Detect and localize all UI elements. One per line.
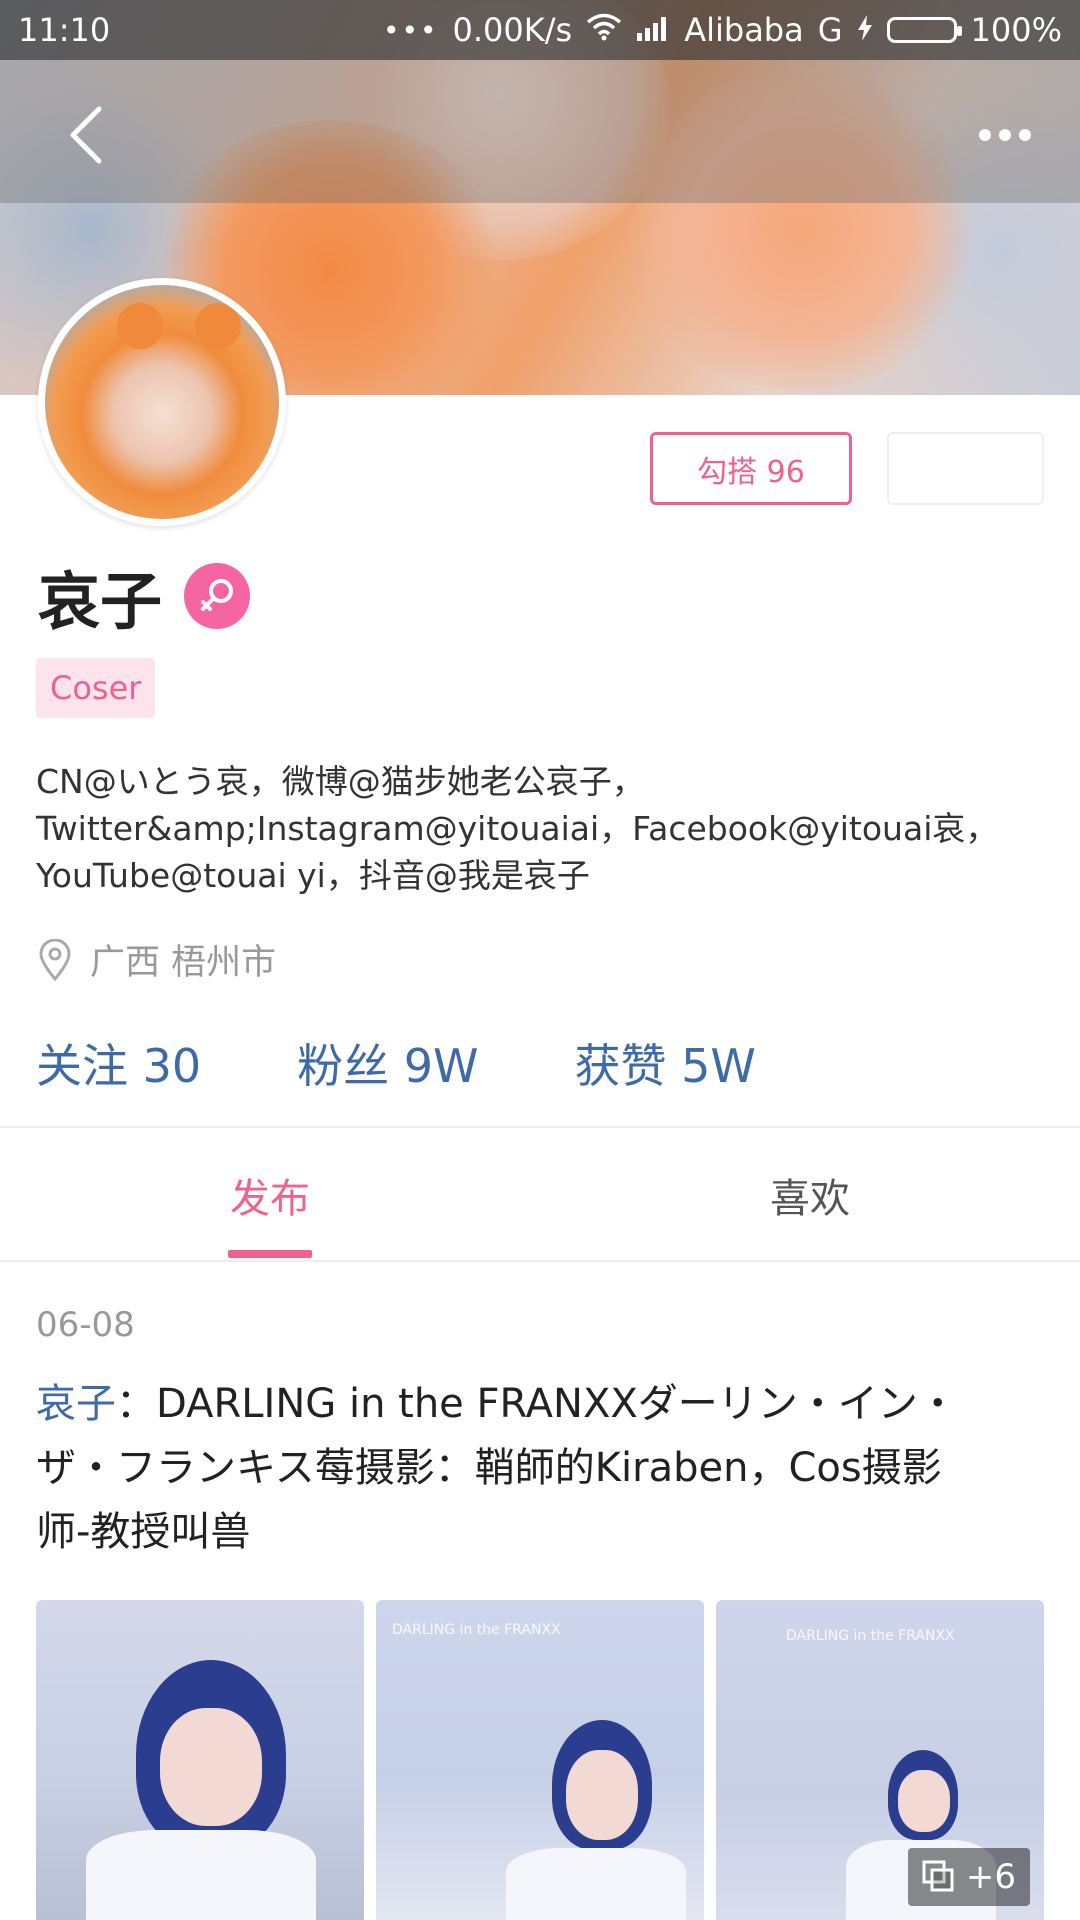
post-image-grid: DARLING in the FRANXX DARLING in the FRA… [36,1600,1044,1920]
location-text: 广西 梧州市 [90,943,277,983]
divider [0,1260,1080,1262]
carrier-name: Alibaba [684,11,804,49]
more-dot-icon [1019,129,1031,141]
image-watermark: DARLING in the FRANXX [786,1628,955,1644]
tab-likes[interactable]: 喜欢 [690,1130,930,1260]
stats-row: 关注 30 粉丝 9W 获赞 5W [36,1030,852,1096]
wifi-icon [586,11,622,49]
fans-count[interactable]: 粉丝 9W [297,1030,478,1096]
more-images-count: +6 [965,1857,1016,1897]
status-bar: 11:10 ••• 0.00K/s Alibaba G 100% [0,0,1080,60]
back-button[interactable] [50,100,120,170]
dots-icon: ••• [382,13,439,47]
image-watermark: DARLING in the FRANXX [392,1622,561,1638]
signal-icon [636,11,670,49]
chevron-left-icon [70,106,102,164]
female-gender-icon [184,563,251,629]
tab-bar: 发布 喜欢 [0,1130,1080,1260]
battery-level: 100% [970,11,1062,49]
post-text-line: ：DARLING in the FRANXXダーリン・イン・ [116,1381,958,1427]
charging-icon [857,11,873,49]
post-text-line: ザ・フランキス莓摄影：鞘師的Kiraben，Cos摄影 [36,1445,942,1491]
bio-line: CN@いとう哀，微博@猫步她老公哀子， [36,762,645,801]
location: 广西 梧州市 [38,934,276,985]
battery-icon [886,17,962,43]
bio-line: Twitter&amp;Instagram@yitouaiai，Facebook… [36,809,999,848]
more-images-badge: +6 [907,1848,1030,1906]
tab-posts[interactable]: 发布 [150,1130,390,1260]
post-text-line: 师-教授叫兽 [36,1509,251,1555]
name-row: 哀子 [38,560,251,638]
post-date: 06-08 [36,1305,135,1345]
avatar[interactable] [38,278,286,526]
active-tab-indicator [228,1250,312,1258]
bio: CN@いとう哀，微博@猫步她老公哀子， Twitter&amp;Instagra… [36,758,1046,899]
post-image[interactable]: DARLING in the FRANXX +6 [716,1600,1044,1920]
secondary-action-button[interactable] [887,432,1044,505]
post-text[interactable]: 哀子：DARLING in the FRANXXダーリン・イン・ ザ・フランキス… [36,1372,1046,1564]
divider [0,1126,1080,1128]
role-tag: Coser [36,658,156,718]
network-type: G [817,11,843,49]
following-count[interactable]: 关注 30 [36,1030,201,1096]
multiple-images-icon [922,1860,954,1892]
network-speed: 0.00K/s [452,11,573,49]
location-pin-icon [39,938,71,981]
status-time: 11:10 [18,11,111,49]
more-options-button[interactable] [970,100,1040,170]
likes-count[interactable]: 获赞 5W [575,1030,756,1096]
more-dot-icon [979,129,991,141]
post-author[interactable]: 哀子 [36,1381,116,1427]
more-dot-icon [999,129,1011,141]
nav-bar [0,60,1080,203]
post-image[interactable]: DARLING in the FRANXX [376,1600,704,1920]
follow-button[interactable]: 勾搭 96 [650,432,852,505]
bio-line: YouTube@touai yi，抖音@我是哀子 [36,856,590,895]
post-image[interactable] [36,1600,364,1920]
user-name: 哀子 [38,565,163,638]
